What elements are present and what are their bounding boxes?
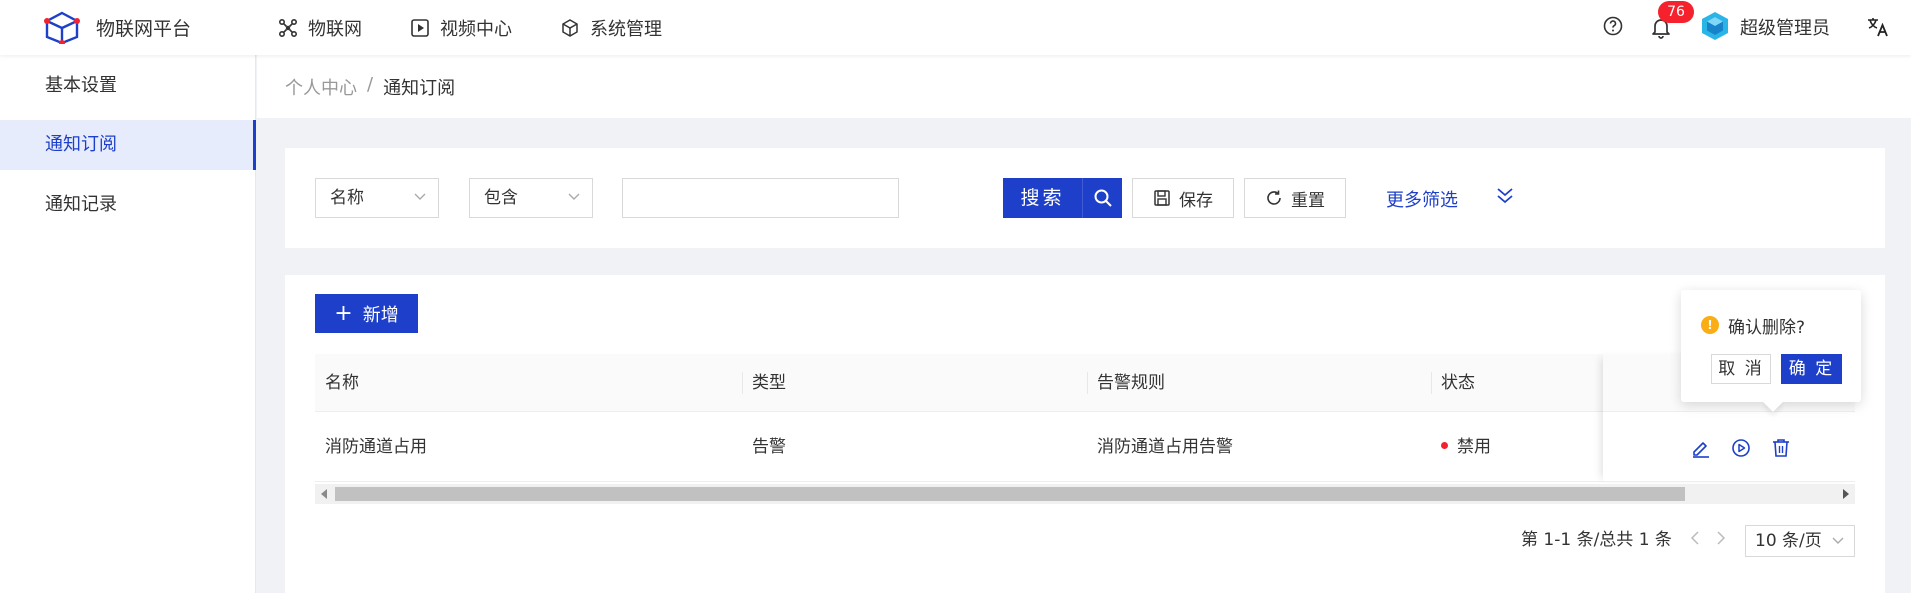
top-nav: 物联网 视频中心 系统管理 <box>278 0 710 55</box>
breadcrumb-bar: 个人中心 / 通知订阅 <box>257 55 1911 118</box>
popover-title: 确认删除? <box>1728 318 1806 338</box>
add-label: 新增 <box>362 304 399 326</box>
nav-item-label: 物联网 <box>308 18 362 40</box>
operator-select-value: 包含 <box>484 188 518 208</box>
avatar[interactable] <box>1700 11 1730 41</box>
column-header-rule: 告警规则 <box>1097 373 1165 393</box>
refresh-icon <box>1267 190 1281 205</box>
column-header-name: 名称 <box>325 373 359 393</box>
play-icon <box>411 18 429 37</box>
top-header: 物联网平台 物联网 视频中心 系统管理 76 超级管理员 <box>0 0 1911 55</box>
more-filter-link[interactable]: 更多筛选 <box>1386 186 1458 212</box>
scroll-left-arrow-icon[interactable] <box>321 489 327 499</box>
breadcrumb-separator: / <box>367 74 374 95</box>
app-name: 物联网平台 <box>96 17 192 40</box>
breadcrumb-current: 通知订阅 <box>383 78 456 99</box>
field-select[interactable]: 名称 <box>315 178 439 218</box>
filter-value-input[interactable] <box>622 178 899 218</box>
next-page-icon[interactable] <box>1715 529 1727 547</box>
sidebar: 基本设置 通知订阅 通知记录 <box>0 55 256 593</box>
reset-button[interactable]: 重置 <box>1244 178 1346 218</box>
status-dot <box>1441 441 1448 449</box>
trash-icon[interactable] <box>1770 437 1792 459</box>
username[interactable]: 超级管理员 <box>1740 14 1830 40</box>
column-header-type: 类型 <box>752 373 786 393</box>
column-header-status: 状态 <box>1441 373 1475 393</box>
cell-name: 消防通道占用 <box>325 437 427 457</box>
nav-item-label: 视频中心 <box>440 18 512 40</box>
cancel-button[interactable]: 取 消 <box>1711 354 1771 384</box>
table-panel: + 新增 名称 类型 告警规则 状态 消防通道占用 告警 消防通道占用告警 禁用 <box>285 275 1885 593</box>
field-select-value: 名称 <box>330 188 364 208</box>
plus-icon: + <box>334 300 353 326</box>
save-label: 保存 <box>1179 190 1213 211</box>
play-circle-icon[interactable] <box>1730 437 1752 459</box>
chevron-down-icon <box>568 193 580 200</box>
delete-confirm-popover: ! 确认删除? 取 消 确 定 <box>1681 290 1861 412</box>
horizontal-scrollbar[interactable] <box>315 484 1855 504</box>
page-size-value: 10 条/页 <box>1755 531 1822 551</box>
prev-page-icon[interactable] <box>1689 529 1701 547</box>
nav-item-system-management[interactable]: 系统管理 <box>560 15 662 41</box>
search-button[interactable]: 搜索 <box>1003 178 1082 218</box>
chevron-down-icon <box>1832 537 1844 544</box>
notification-badge: 76 <box>1658 1 1694 23</box>
scroll-right-arrow-icon[interactable] <box>1843 489 1849 499</box>
app-logo[interactable]: 物联网平台 <box>43 10 191 44</box>
iot-icon <box>278 18 298 37</box>
cube-icon <box>562 18 578 37</box>
scrollbar-thumb[interactable] <box>335 487 1685 501</box>
reset-label: 重置 <box>1291 190 1325 211</box>
breadcrumb-parent[interactable]: 个人中心 <box>285 74 357 100</box>
sidebar-item-basic-settings[interactable]: 基本设置 <box>0 61 256 111</box>
pagination-summary: 第 1-1 条/总共 1 条 <box>1521 530 1672 550</box>
help-icon[interactable] <box>1602 15 1624 37</box>
double-chevron-down-icon[interactable] <box>1496 186 1514 206</box>
filter-panel: 名称 包含 搜索 保存 重置 更多筛选 <box>285 148 1885 248</box>
confirm-button[interactable]: 确 定 <box>1781 354 1842 384</box>
cell-type: 告警 <box>752 437 786 457</box>
save-button[interactable]: 保存 <box>1132 178 1234 218</box>
sidebar-item-notification-subscription[interactable]: 通知订阅 <box>0 120 256 170</box>
warning-icon: ! <box>1701 316 1719 334</box>
edit-icon[interactable] <box>1690 437 1712 459</box>
search-icon <box>1094 189 1112 207</box>
chevron-down-icon <box>414 193 426 200</box>
save-icon <box>1154 190 1170 206</box>
nav-item-iot[interactable]: 物联网 <box>278 15 362 41</box>
nav-item-video-center[interactable]: 视频中心 <box>410 15 512 41</box>
add-button[interactable]: + 新增 <box>315 294 418 333</box>
search-icon-button[interactable] <box>1082 178 1122 218</box>
translate-icon[interactable] <box>1866 15 1890 39</box>
logo-cube-icon <box>44 11 80 44</box>
page-size-select[interactable]: 10 条/页 <box>1745 525 1855 557</box>
operator-select[interactable]: 包含 <box>469 178 593 218</box>
sidebar-item-notification-records[interactable]: 通知记录 <box>0 180 256 230</box>
nav-item-label: 系统管理 <box>590 18 662 40</box>
cell-rule: 消防通道占用告警 <box>1097 437 1233 457</box>
cell-status: 禁用 <box>1431 412 1491 482</box>
status-text: 禁用 <box>1457 437 1491 457</box>
breadcrumb: 个人中心 / 通知订阅 <box>285 74 455 100</box>
